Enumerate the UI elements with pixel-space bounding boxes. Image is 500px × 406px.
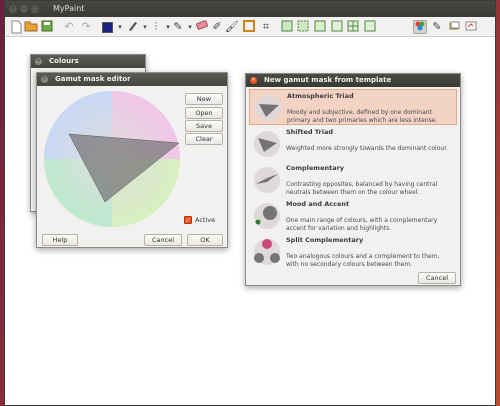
template-name: Atmospheric Triad (287, 92, 354, 100)
template-item-complementary[interactable]: Complementary Contrasting opposites, bal… (249, 162, 457, 198)
layers-icon[interactable] (447, 20, 461, 34)
template-name: Mood and Accent (286, 200, 350, 208)
window-title: MyPaint (53, 4, 85, 13)
hatch-icon[interactable] (330, 20, 344, 34)
help-button[interactable]: Help (42, 234, 78, 246)
open-file-icon[interactable] (24, 20, 38, 34)
brush-panel-icon[interactable]: ✎ (430, 20, 444, 34)
redo-icon[interactable]: ↷ (79, 20, 93, 34)
colours-window-titlebar: ✕ Colours (31, 55, 145, 68)
template-name: Shifted Triad (286, 128, 333, 136)
template-dialog-titlebar: ✕ New gamut mask from template (246, 74, 460, 87)
clear-button[interactable]: Clear (185, 133, 223, 145)
template-description: Two analogous colours and a complement t… (286, 253, 440, 268)
close-window-icon[interactable]: ✕ (9, 5, 17, 13)
new-button[interactable]: New (185, 93, 223, 105)
color-swatch-icon[interactable] (100, 20, 114, 34)
template-dialog: ✕ New gamut mask from template Atmospher… (245, 73, 461, 286)
colours-close-icon[interactable]: ✕ (35, 58, 42, 65)
template-cancel-button[interactable]: Cancel (418, 272, 456, 284)
template-description: One main range of colours, with a comple… (286, 217, 438, 232)
color-panel-icon[interactable] (413, 20, 427, 34)
template-item-shifted-triad[interactable]: Shifted Triad Weighted more strongly tow… (249, 126, 457, 162)
template-item-atmospheric-triad[interactable]: Atmospheric Triad Moody and subjective, … (249, 89, 457, 125)
complementary-icon (254, 167, 280, 193)
template-name: Split Complementary (286, 236, 364, 244)
scratchpad-icon[interactable] (464, 20, 478, 34)
shifted-triad-icon (254, 131, 280, 157)
save-file-icon[interactable] (40, 20, 54, 34)
brush-icon[interactable]: 🖌 (225, 20, 239, 34)
titlebar: ✕ – □ MyPaint (5, 1, 495, 17)
split-complementary-icon (254, 239, 280, 265)
crop-icon[interactable]: ⌗ (259, 20, 273, 34)
gamut-editor-titlebar: ✕ Gamut mask editor (37, 73, 227, 86)
active-label: Active (195, 216, 216, 224)
color-dropdown-icon[interactable]: ▾ (113, 20, 127, 34)
frame-icon[interactable] (242, 20, 256, 34)
template-dialog-close-icon[interactable]: ✕ (250, 77, 257, 84)
eraser-icon[interactable] (195, 20, 209, 34)
pan-icon[interactable] (363, 20, 377, 34)
colours-window-title: Colours (49, 57, 79, 65)
template-item-split-complementary[interactable]: Split Complementary Two analogous colour… (249, 234, 457, 270)
gamut-color-wheel[interactable] (42, 89, 182, 229)
open-button[interactable]: Open (185, 107, 223, 119)
ruler-icon[interactable] (313, 20, 327, 34)
cancel-button[interactable]: Cancel (144, 234, 182, 246)
maximize-window-icon[interactable]: □ (31, 5, 39, 13)
active-checkbox[interactable]: ✓ (184, 216, 192, 224)
template-description: Contrasting opposites, balanced by havin… (286, 181, 438, 196)
undo-icon[interactable]: ↶ (62, 20, 76, 34)
ok-button[interactable]: OK (187, 234, 223, 246)
template-description: Weighted more strongly towards the domin… (286, 145, 449, 152)
gamut-editor-close-icon[interactable]: ✕ (41, 76, 48, 83)
pencil-icon[interactable]: ✐ (210, 20, 224, 34)
app-window: ✕ – □ MyPaint ↶ ↷ ▾ ▾ ⫶ ▾ ✎ ▾ ✐ 🖌 ⌗ ✎ ✕ … (4, 0, 496, 406)
template-dialog-title: New gamut mask from template (264, 76, 392, 84)
minimize-window-icon[interactable]: – (20, 5, 28, 13)
template-description: Moody and subjective, defined by one dom… (287, 109, 438, 124)
mood-and-accent-icon (254, 203, 280, 229)
new-file-icon[interactable] (9, 20, 23, 34)
grid-icon[interactable] (346, 20, 360, 34)
save-button[interactable]: Save (185, 120, 223, 132)
gamut-editor-title: Gamut mask editor (55, 75, 131, 83)
main-toolbar: ↶ ↷ ▾ ▾ ⫶ ▾ ✎ ▾ ✐ 🖌 ⌗ ✎ (5, 17, 495, 37)
atmospheric-triad-icon (255, 95, 281, 121)
template-name: Complementary (286, 164, 345, 172)
select-icon[interactable] (296, 20, 310, 34)
gamut-mask-editor-dialog: ✕ Gamut mask editor New Open Save Clear … (36, 72, 228, 248)
zoom-fit-icon[interactable] (280, 20, 294, 34)
template-item-mood-and-accent[interactable]: Mood and Accent One main range of colour… (249, 198, 457, 234)
